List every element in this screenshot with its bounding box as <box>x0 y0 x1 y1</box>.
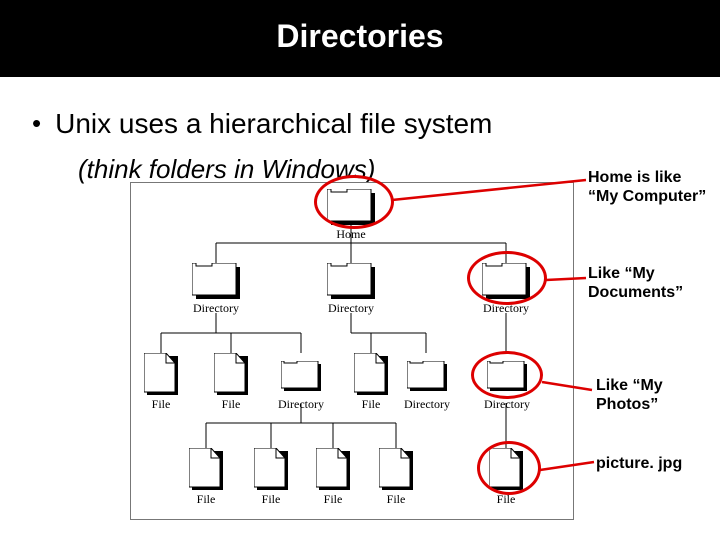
annotation-photos: Like “My Photos” <box>596 376 706 414</box>
annotation-home: Home is like “My Computer” <box>588 168 714 206</box>
annotation-docs: Like “My Documents” <box>588 264 708 302</box>
annotation-picture: picture. jpg <box>596 454 706 473</box>
